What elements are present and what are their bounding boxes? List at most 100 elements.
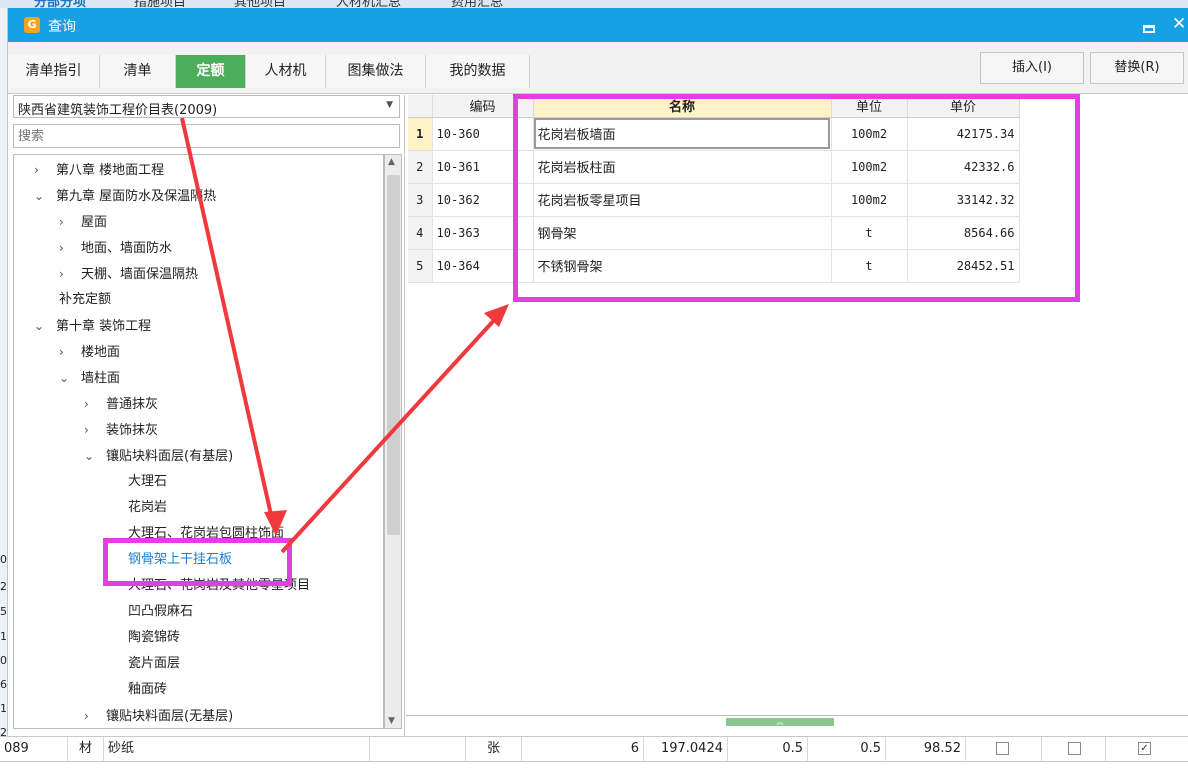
background-tab[interactable]: 人材机汇总 <box>336 0 401 8</box>
tree-item[interactable]: 陶瓷锦砖 <box>128 625 180 651</box>
scroll-up-icon[interactable]: ▲ <box>388 157 395 167</box>
tab-list-guide[interactable]: 清单指引 <box>8 55 100 88</box>
background-tab[interactable]: 分部分项 <box>34 0 86 8</box>
tree-item[interactable]: 大理石 <box>128 469 167 495</box>
background-window-edge: 0 2 5 1 0 6 1 2 <box>0 8 8 739</box>
row-unit: 张 <box>466 737 522 762</box>
scroll-thumb[interactable] <box>387 175 400 535</box>
dialog-titlebar[interactable]: G 查询 ✕ <box>8 8 1188 42</box>
row-checkbox[interactable]: ✓ <box>1138 742 1151 755</box>
background-table-row: 089 材 砂纸 张 6 197.0424 0.5 0.5 98.52 ✓ <box>0 736 1188 762</box>
grid-corner <box>408 95 433 118</box>
tree-item[interactable]: ⌄ 墙柱面 <box>59 365 120 391</box>
tree-item-label: 地面、墙面防水 <box>81 241 173 256</box>
row-value: 6 <box>522 737 644 762</box>
tree-item[interactable]: 花岗岩 <box>128 495 167 521</box>
highlight-box-selected-node <box>103 538 292 586</box>
chevron-right-icon[interactable]: › <box>84 703 106 728</box>
scroll-down-icon[interactable]: ▼ <box>388 716 395 726</box>
grid-horizontal-scrollbar[interactable]: ︽ <box>406 715 1188 728</box>
row-value: 197.0424 <box>644 737 728 762</box>
row-value: 0.5 <box>728 737 808 762</box>
chevron-right-icon[interactable]: › <box>59 261 81 287</box>
chevron-right-icon[interactable]: › <box>59 339 81 365</box>
edge-digit: 2 <box>0 580 7 593</box>
chevron-right-icon[interactable]: › <box>59 209 81 235</box>
replace-button[interactable]: 替换(R) <box>1090 52 1184 84</box>
catalog-dropdown-value: 陕西省建筑装饰工程价目表(2009) <box>18 103 218 118</box>
tree-item[interactable]: › 普通抹灰 <box>84 391 158 417</box>
row-code: 089 <box>0 737 68 762</box>
tree-item-label: 天棚、墙面保温隔热 <box>81 267 199 282</box>
tree-item-label: 镶贴块料面层(有基层) <box>106 449 234 464</box>
row-checkbox[interactable] <box>996 742 1009 755</box>
row-number[interactable]: 5 <box>408 249 433 283</box>
chevron-right-icon[interactable]: › <box>84 417 106 443</box>
row-number[interactable]: 3 <box>408 183 433 217</box>
chevron-down-icon[interactable]: ⌄ <box>34 313 56 339</box>
tree-item[interactable]: › 楼地面 <box>59 339 120 365</box>
expand-handle-icon[interactable]: ︽ <box>726 718 834 726</box>
dialog-title: 查询 <box>48 19 76 35</box>
chevron-right-icon[interactable]: › <box>34 157 56 183</box>
tree-item[interactable]: 补充定额 <box>59 287 111 313</box>
tab-atlas-method[interactable]: 图集做法 <box>326 55 426 88</box>
tree-item[interactable]: › 装饰抹灰 <box>84 417 158 443</box>
chevron-right-icon[interactable]: › <box>84 391 106 417</box>
chevron-right-icon[interactable]: › <box>59 235 81 261</box>
row-type: 材 <box>68 737 104 762</box>
tree-item-label: 釉面砖 <box>128 682 168 697</box>
edge-digit: 0 <box>0 553 7 566</box>
catalog-panel: 陕西省建筑装饰工程价目表(2009) ▼ ›第八章 楼地面工程⌄第九章 屋面防水… <box>8 95 405 736</box>
row-number[interactable]: 1 <box>408 117 433 151</box>
edge-digit: 1 <box>0 630 7 643</box>
background-tab-strip: 分部分项 措施项目 其他项目 人材机汇总 费用汇总 <box>0 0 1188 8</box>
edge-digit: 5 <box>0 605 7 618</box>
insert-button[interactable]: 插入(I) <box>980 52 1084 84</box>
maximize-icon[interactable] <box>1143 25 1155 33</box>
tree-item-label: 楼地面 <box>81 345 121 360</box>
tree-item-label: 屋面 <box>81 215 108 230</box>
tree-item[interactable]: › 镶贴块料面层(无基层) <box>84 703 233 728</box>
edge-digit: 1 <box>0 702 7 715</box>
tree-item-label: 花岗岩 <box>128 500 168 515</box>
tree-item-label: 凹凸假麻石 <box>128 604 194 619</box>
tab-list[interactable]: 清单 <box>100 55 176 88</box>
tree-item-label: 补充定额 <box>59 292 112 307</box>
tree-item[interactable]: › 屋面 <box>59 209 107 235</box>
close-icon[interactable]: ✕ <box>1172 14 1186 34</box>
row-number[interactable]: 4 <box>408 216 433 250</box>
search-input[interactable] <box>13 124 400 148</box>
background-tab[interactable]: 费用汇总 <box>451 0 503 8</box>
catalog-dropdown[interactable]: 陕西省建筑装饰工程价目表(2009) ▼ <box>13 95 400 118</box>
tree-item-label: 大理石 <box>128 474 168 489</box>
chevron-down-icon[interactable]: ⌄ <box>34 183 56 209</box>
row-value: 0.5 <box>808 737 886 762</box>
background-tab[interactable]: 措施项目 <box>134 0 186 8</box>
row-number[interactable]: 2 <box>408 150 433 184</box>
tree-item[interactable]: 釉面砖 <box>128 677 167 703</box>
tree-item[interactable]: 瓷片面层 <box>128 651 180 677</box>
tree-item[interactable]: › 地面、墙面防水 <box>59 235 172 261</box>
tree-item-label: 第九章 屋面防水及保温隔热 <box>56 189 217 204</box>
tree-item[interactable]: ⌄ 镶贴块料面层(有基层) <box>84 443 233 469</box>
tree-item[interactable]: › 第八章 楼地面工程 <box>34 157 164 183</box>
chevron-down-icon[interactable]: ⌄ <box>84 443 106 469</box>
tree-scrollbar[interactable]: ▲ ▼ <box>384 154 402 729</box>
tree-item[interactable]: ⌄ 第九章 屋面防水及保温隔热 <box>34 183 216 209</box>
edge-digit: 0 <box>0 654 7 667</box>
tab-quota[interactable]: 定额 <box>176 55 246 88</box>
tree-item[interactable]: › 天棚、墙面保温隔热 <box>59 261 198 287</box>
chevron-down-icon[interactable]: ⌄ <box>59 365 81 391</box>
app-logo-icon: G <box>24 17 40 33</box>
tree-item-label: 陶瓷锦砖 <box>128 630 181 645</box>
tab-my-data[interactable]: 我的数据 <box>426 55 530 88</box>
row-name: 砂纸 <box>104 737 370 762</box>
tree-item[interactable]: ⌄ 第十章 装饰工程 <box>34 313 151 339</box>
row-checkbox[interactable] <box>1068 742 1081 755</box>
tree-item[interactable]: 凹凸假麻石 <box>128 599 193 625</box>
chevron-down-icon[interactable]: ▼ <box>386 100 393 110</box>
background-tab[interactable]: 其他项目 <box>234 0 286 8</box>
tab-materials[interactable]: 人材机 <box>246 55 326 88</box>
highlight-box-results <box>513 94 1080 302</box>
